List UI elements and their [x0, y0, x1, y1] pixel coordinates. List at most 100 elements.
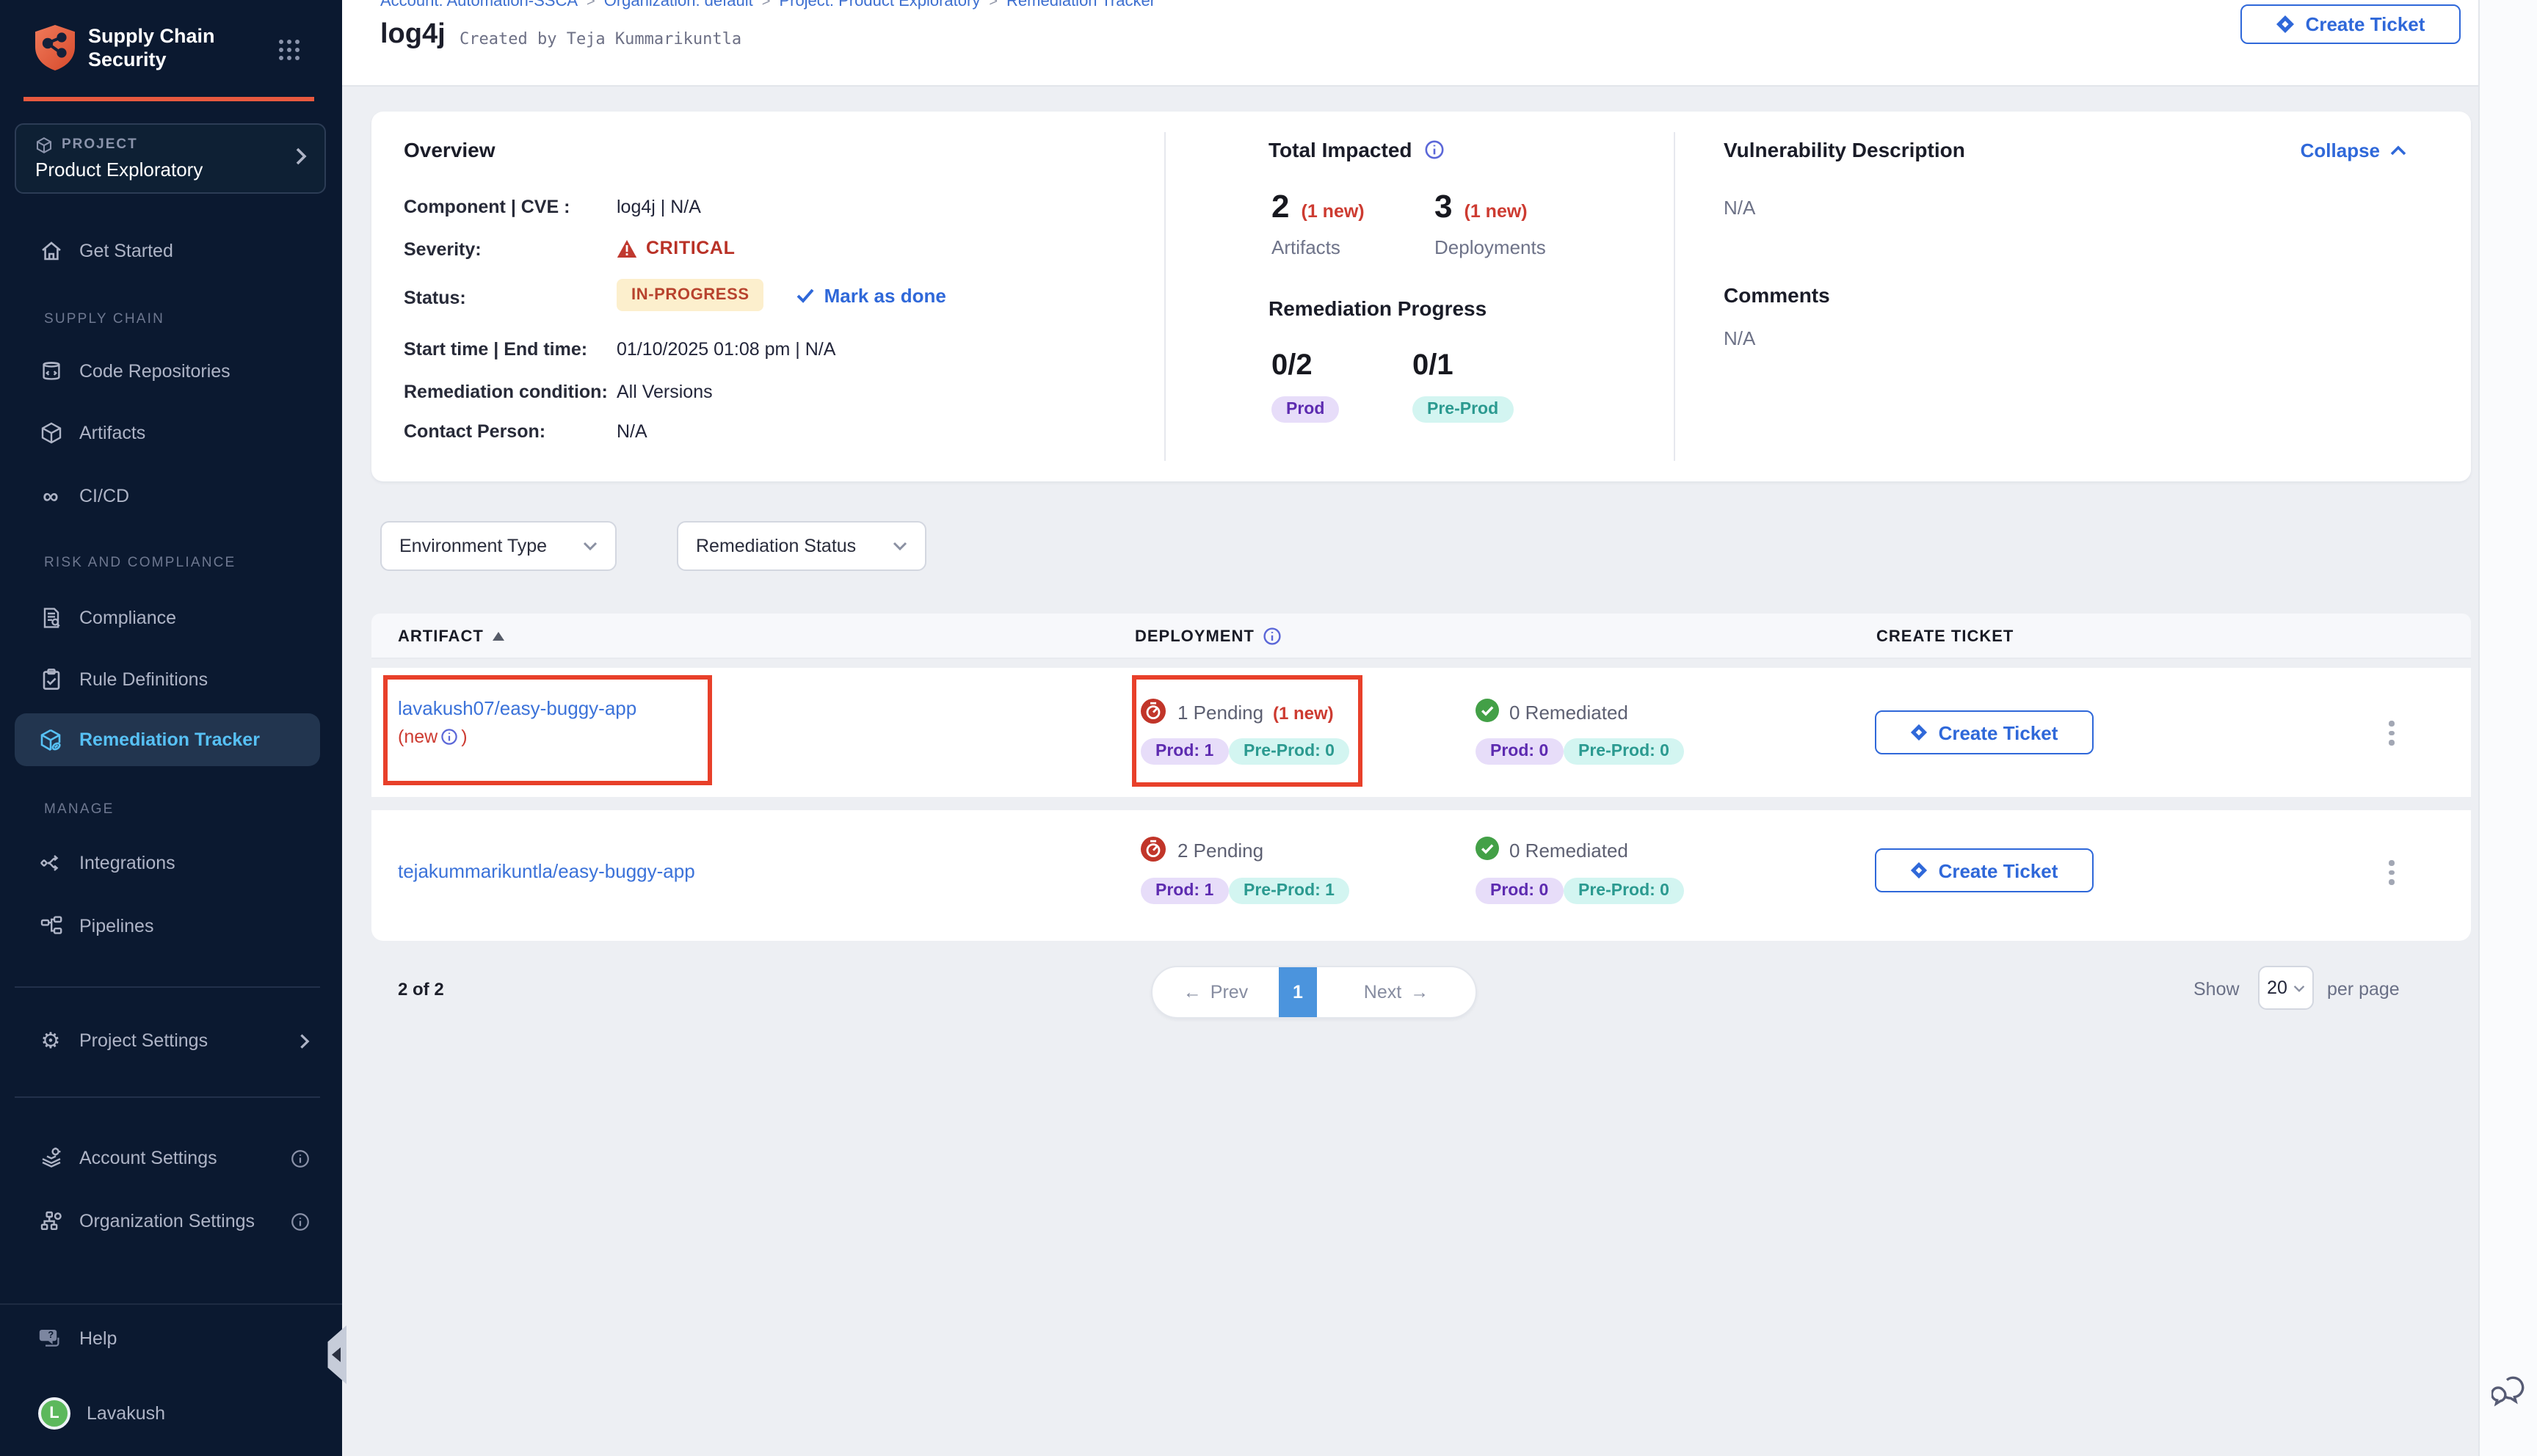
prev-page-button[interactable]: ← Prev [1153, 967, 1279, 1017]
sidebar-item-compliance[interactable]: Compliance [0, 599, 342, 637]
page-size-select[interactable]: 20 [2258, 966, 2314, 1010]
sidebar-item-organization-settings[interactable]: Organization Settings [0, 1202, 342, 1240]
info-icon[interactable] [1424, 139, 1445, 160]
remediation-tracker-icon [38, 727, 63, 752]
chevron-down-icon [893, 542, 907, 550]
sidebar-item-integrations[interactable]: Integrations [0, 844, 342, 882]
remediation-status-label: Remediation Status [696, 536, 856, 556]
severity-label: Severity: [404, 239, 482, 260]
sidebar-item-label: Account Settings [79, 1148, 217, 1168]
brand-name-line1: Supply Chain [88, 25, 215, 48]
cube-icon [38, 421, 63, 445]
remediated-preprod-badge: Pre-Prod: 0 [1564, 738, 1684, 765]
chevron-right-icon [295, 147, 307, 166]
environment-type-filter[interactable]: Environment Type [380, 521, 617, 571]
impacted-deployments-new: (1 new) [1465, 201, 1528, 222]
home-icon [38, 239, 63, 263]
sidebar-item-account-settings[interactable]: Account Settings [0, 1139, 342, 1177]
vulnerability-description-value: N/A [1724, 197, 1755, 219]
create-ticket-button-row[interactable]: Create Ticket [1875, 710, 2094, 754]
ticket-diamond-icon [1911, 862, 1928, 879]
sidebar-item-label: Integrations [79, 853, 175, 873]
arrow-right-icon: → [1410, 982, 1429, 1002]
breadcrumb-current[interactable]: Remediation Tracker [1006, 0, 1155, 10]
sidebar-section-risk-compliance: RISK AND COMPLIANCE [44, 555, 236, 571]
preprod-progress-value: 0/1 [1412, 349, 1453, 383]
sidebar-item-remediation-tracker[interactable]: Remediation Tracker [15, 713, 320, 766]
warning-triangle-icon [617, 239, 637, 258]
remediated-count: 0 Remediated [1509, 702, 1628, 724]
breadcrumb-account[interactable]: Account: Automation-SSCA [380, 0, 578, 10]
column-create-ticket-label: CREATE TICKET [1876, 627, 2014, 645]
pending-preprod-badge: Pre-Prod: 1 [1229, 878, 1349, 904]
sidebar-item-label: Organization Settings [79, 1211, 255, 1231]
time-value: 01/10/2025 01:08 pm | N/A [617, 339, 835, 360]
overview-card: Overview Component | CVE : log4j | N/A S… [371, 112, 2471, 481]
column-artifact-label: ARTIFACT [398, 627, 484, 645]
pipelines-icon [38, 914, 63, 939]
gear-icon: ⚙ [38, 1028, 63, 1053]
per-page-label: per page [2327, 979, 2400, 1000]
page-title: log4j [380, 19, 446, 51]
card-divider [1164, 132, 1166, 461]
breadcrumb[interactable]: Account: Automation-SSCA>Organization: d… [380, 0, 1155, 10]
pagination: ← Prev 1 Next → [1151, 966, 1477, 1019]
table-header: ARTIFACT DEPLOYMENT CREATE TICKET [371, 614, 2471, 659]
page-number-active[interactable]: 1 [1279, 967, 1317, 1017]
impacted-artifacts-new: (1 new) [1302, 201, 1365, 222]
breadcrumb-org[interactable]: Organization: default [604, 0, 753, 10]
create-ticket-button-top[interactable]: Create Ticket [2240, 4, 2461, 44]
remediation-status-filter[interactable]: Remediation Status [677, 521, 926, 571]
sidebar-footer-divider [0, 1303, 342, 1305]
impacted-artifacts-label: Artifacts [1271, 236, 1340, 258]
sidebar-item-label: Pipelines [79, 916, 153, 936]
create-ticket-button-row[interactable]: Create Ticket [1875, 848, 2094, 892]
help-chat-icon: ? [38, 1326, 63, 1351]
column-deployment-label: DEPLOYMENT [1135, 627, 1255, 645]
remediated-icon [1476, 837, 1499, 860]
remediated-icon [1476, 699, 1499, 722]
status-label: Status: [404, 288, 466, 308]
column-deployment: DEPLOYMENT [1135, 614, 1282, 659]
collapse-toggle[interactable]: Collapse [2301, 139, 2406, 161]
project-selector-value: Product Exploratory [35, 159, 203, 181]
sidebar-item-rule-definitions[interactable]: Rule Definitions [0, 660, 342, 699]
chevron-down-icon [583, 542, 598, 550]
support-chat-icon[interactable] [2491, 1374, 2528, 1409]
artifact-link[interactable]: tejakummarikuntla/easy-buggy-app [398, 860, 695, 882]
pagination-summary: 2 of 2 [398, 979, 444, 1000]
collapse-left-icon [332, 1347, 341, 1362]
row-menu-kebab-icon[interactable] [2383, 854, 2400, 890]
sidebar-user[interactable]: L Lavakush [0, 1391, 342, 1435]
app-grid-icon[interactable] [277, 38, 301, 62]
sidebar-divider [15, 986, 320, 988]
sidebar: Supply Chain Security PROJECT Product Ex… [0, 0, 342, 1456]
status-badge: IN-PROGRESS [617, 279, 764, 311]
sidebar-item-pipelines[interactable]: Pipelines [0, 907, 342, 945]
breadcrumb-project[interactable]: Project: Product Exploratory [779, 0, 980, 10]
sidebar-item-artifacts[interactable]: Artifacts [0, 414, 342, 452]
annotation-box-deployment [1132, 675, 1362, 787]
mark-as-done-link[interactable]: Mark as done [796, 284, 946, 306]
column-artifact[interactable]: ARTIFACT [398, 614, 506, 659]
sidebar-item-get-started[interactable]: Get Started [0, 232, 342, 270]
sidebar-item-help[interactable]: ? Help [0, 1320, 342, 1358]
info-icon [291, 1212, 310, 1231]
sidebar-item-code-repositories[interactable]: Code Repositories [0, 352, 342, 390]
sidebar-item-label: Project Settings [79, 1030, 208, 1051]
project-selector[interactable]: PROJECT Product Exploratory [15, 123, 326, 194]
sidebar-section-manage: MANAGE [44, 801, 115, 818]
time-label: Start time | End time: [404, 339, 587, 360]
severity-value: CRITICAL [646, 238, 735, 258]
vulnerability-description-title: Vulnerability Description [1724, 138, 1965, 161]
sidebar-item-project-settings[interactable]: ⚙ Project Settings [0, 1022, 342, 1060]
remediated-preprod-badge: Pre-Prod: 0 [1564, 878, 1684, 904]
next-page-button[interactable]: Next → [1317, 967, 1476, 1017]
sidebar-item-cicd[interactable]: ∞ CI/CD [0, 477, 342, 515]
sidebar-section-supply-chain: SUPPLY CHAIN [44, 311, 164, 327]
sidebar-item-label: Get Started [79, 241, 173, 261]
user-avatar: L [38, 1397, 70, 1430]
create-ticket-label: Create Ticket [2306, 13, 2425, 35]
account-settings-icon [38, 1146, 63, 1171]
row-menu-kebab-icon[interactable] [2383, 715, 2400, 751]
